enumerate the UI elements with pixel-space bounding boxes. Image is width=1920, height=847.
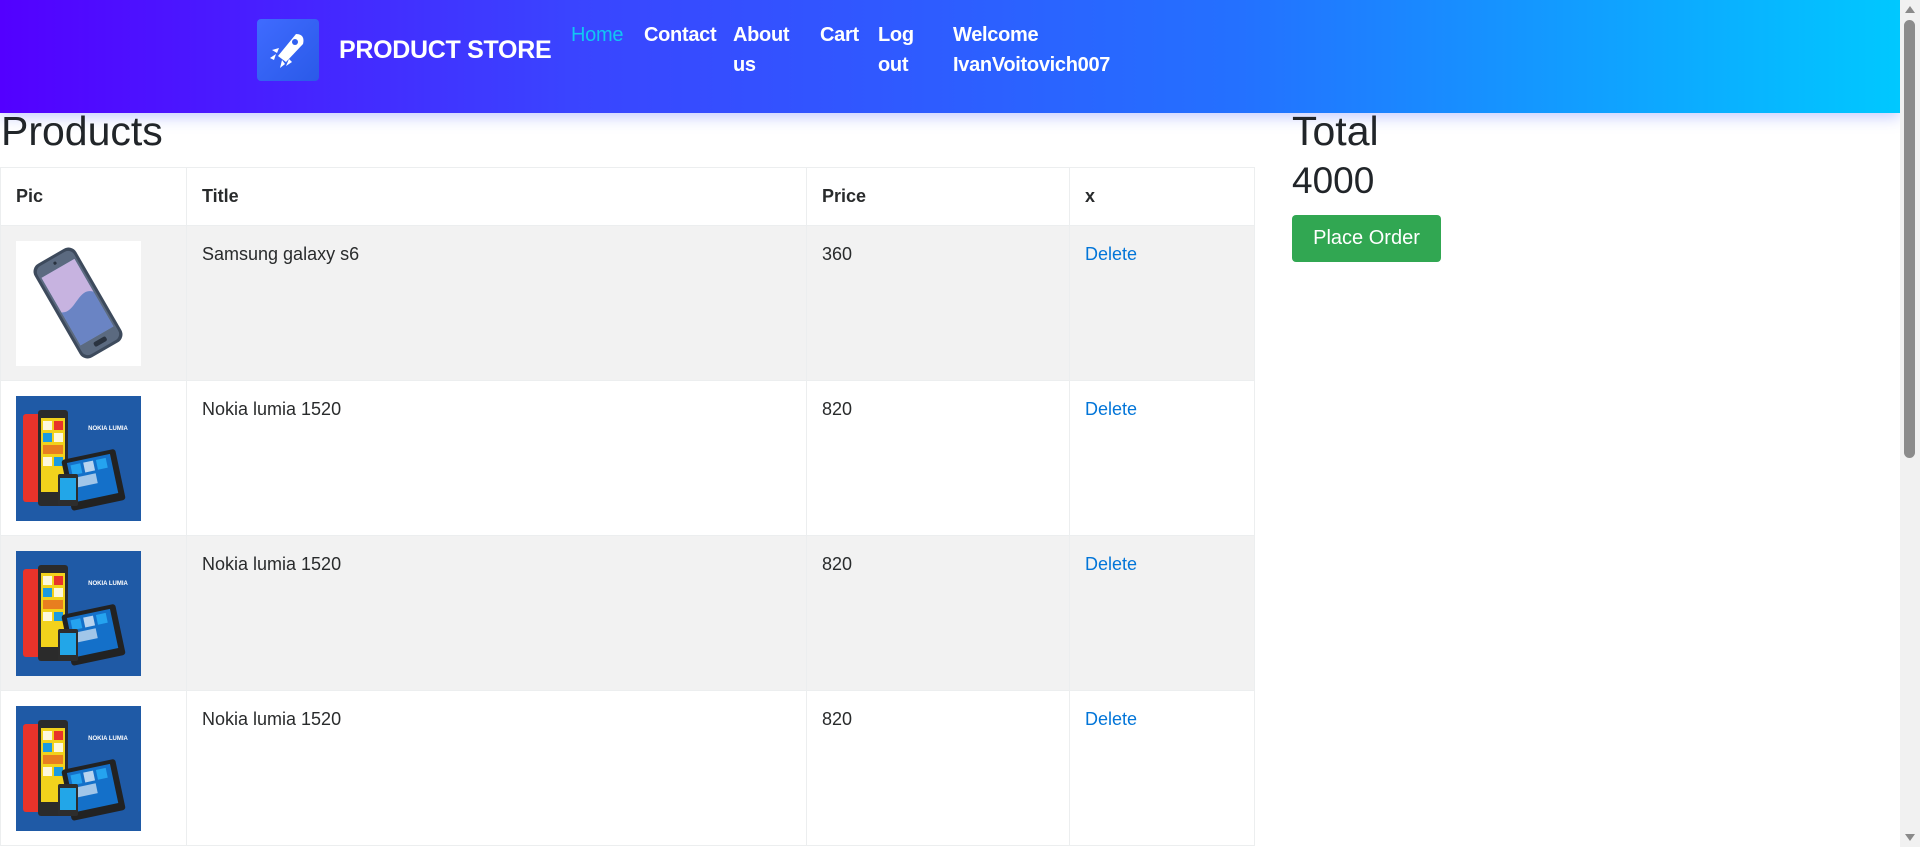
nav-about-line2: us: [733, 54, 756, 76]
nav-welcome-username: IvanVoitovich007: [953, 54, 1111, 76]
brand[interactable]: PRODUCT STORE: [257, 19, 552, 81]
page-scrollbar[interactable]: [1900, 0, 1920, 847]
nav-about-line1: About: [733, 24, 790, 46]
nokia-lumia-1520-image: [16, 706, 141, 831]
scrollbar-thumb[interactable]: [1904, 20, 1915, 458]
nokia-lumia-1520-image: [16, 551, 141, 676]
scroll-up-arrow-icon[interactable]: [1905, 6, 1915, 13]
delete-link[interactable]: Delete: [1085, 709, 1137, 729]
navbar: PRODUCT STORE Home Contact About us Cart…: [0, 0, 1900, 113]
column-header-price: Price: [806, 167, 1070, 226]
table-row: Nokia lumia 1520 820 Delete: [0, 690, 1255, 846]
nav-welcome-user[interactable]: Welcome IvanVoitovich007: [953, 20, 1110, 80]
product-pic-cell: [0, 535, 187, 691]
product-pic-cell: [0, 225, 187, 381]
product-price-cell: 820: [806, 535, 1070, 691]
nokia-lumia-1520-image: [16, 396, 141, 521]
product-title-cell: Nokia lumia 1520: [186, 535, 807, 691]
product-title-cell: Nokia lumia 1520: [186, 380, 807, 536]
delete-link[interactable]: Delete: [1085, 244, 1137, 264]
product-action-cell: Delete: [1069, 380, 1255, 536]
product-pic-cell: [0, 690, 187, 846]
nav-home-link[interactable]: Home: [571, 20, 623, 50]
scroll-down-arrow-icon[interactable]: [1905, 834, 1915, 841]
total-heading: Total: [1292, 108, 1379, 154]
product-action-cell: Delete: [1069, 225, 1255, 381]
product-action-cell: Delete: [1069, 535, 1255, 691]
samsung-galaxy-s6-image: [16, 241, 141, 366]
table-row: Samsung galaxy s6 360 Delete: [0, 225, 1255, 381]
nav-about-link[interactable]: About us: [733, 20, 790, 80]
table-header-row: Pic Title Price x: [0, 167, 1255, 226]
place-order-button[interactable]: Place Order: [1292, 215, 1441, 262]
nav-welcome-line1: Welcome: [953, 24, 1039, 46]
product-title-cell: Nokia lumia 1520: [186, 690, 807, 846]
column-header-pic: Pic: [0, 167, 187, 226]
table-row: Nokia lumia 1520 820 Delete: [0, 535, 1255, 691]
product-price-cell: 820: [806, 690, 1070, 846]
products-heading: Products: [1, 108, 163, 154]
rocket-logo-icon: [257, 19, 319, 81]
product-action-cell: Delete: [1069, 690, 1255, 846]
column-header-title: Title: [186, 167, 807, 226]
nav-logout-line1: Log: [878, 24, 914, 46]
nav-contact-link[interactable]: Contact: [644, 20, 717, 50]
nav-logout-line2: out: [878, 54, 909, 76]
product-pic-cell: [0, 380, 187, 536]
total-amount: 4000: [1292, 160, 1375, 201]
delete-link[interactable]: Delete: [1085, 399, 1137, 419]
nav-cart-link[interactable]: Cart: [820, 20, 859, 50]
product-price-cell: 820: [806, 380, 1070, 536]
product-title-cell: Samsung galaxy s6: [186, 225, 807, 381]
delete-link[interactable]: Delete: [1085, 554, 1137, 574]
brand-name: PRODUCT STORE: [339, 35, 552, 64]
product-price-cell: 360: [806, 225, 1070, 381]
table-row: Nokia lumia 1520 820 Delete: [0, 380, 1255, 536]
nav-logout-link[interactable]: Log out: [878, 20, 914, 80]
column-header-x: x: [1069, 167, 1255, 226]
cart-table: Pic Title Price x Samsung galaxy s6 360 …: [0, 167, 1255, 846]
